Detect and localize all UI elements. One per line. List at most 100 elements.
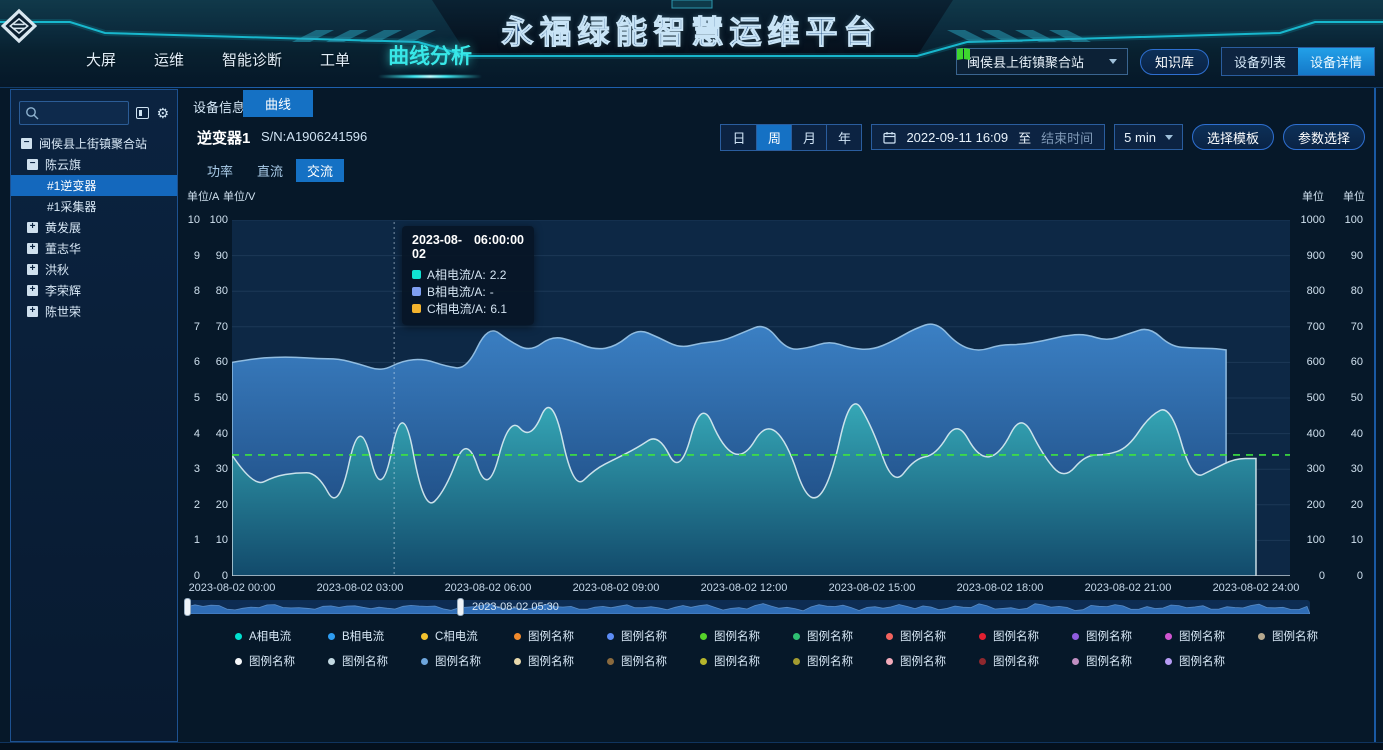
choose-params-button[interactable]: 参数选择 (1283, 124, 1365, 150)
legend-item[interactable]: A相电流 (235, 628, 328, 644)
nav-item-1[interactable]: 大屏 (86, 49, 116, 74)
tree-item-4[interactable]: #1采集器 (11, 196, 177, 217)
legend-dot (235, 658, 242, 665)
interval-value: 5 min (1124, 130, 1156, 145)
scrubber-handle-right[interactable] (457, 598, 464, 616)
legend-item[interactable]: 图例名称 (607, 628, 700, 644)
legend-item[interactable]: 图例名称 (886, 628, 979, 644)
x-axis-label: 2023-08-02 00:00 (177, 582, 287, 594)
legend-dot (1258, 633, 1265, 640)
legend-item[interactable]: 图例名称 (886, 653, 979, 669)
device-detail-button[interactable]: 设备详情 (1298, 48, 1374, 75)
legend-item[interactable]: 图例名称 (1165, 628, 1258, 644)
expand-node-icon[interactable]: + (27, 264, 38, 275)
period-周[interactable]: 周 (756, 125, 791, 150)
legend-item[interactable]: B相电流 (328, 628, 421, 644)
measure-tab-3[interactable]: 交流 (296, 159, 344, 182)
legend-item[interactable]: 图例名称 (700, 628, 793, 644)
choose-template-button[interactable]: 选择模板 (1192, 124, 1274, 150)
expand-node-icon[interactable]: + (27, 285, 38, 296)
nav-item-3[interactable]: 智能诊断 (222, 49, 282, 74)
search-box (19, 101, 129, 125)
expand-node-icon[interactable]: + (27, 306, 38, 317)
period-月[interactable]: 月 (791, 125, 826, 150)
period-日[interactable]: 日 (721, 125, 756, 150)
tree-item-9[interactable]: +陈世荣 (11, 301, 177, 322)
collapse-panel-icon[interactable] (136, 107, 149, 119)
axis-tick: 1000 (1291, 214, 1325, 226)
tooltip-date: 2023-08-02 (412, 233, 466, 261)
gear-icon[interactable]: ⚙ (156, 105, 169, 121)
legend-row-2: 图例名称图例名称图例名称图例名称图例名称图例名称图例名称图例名称图例名称图例名称… (185, 653, 1375, 669)
axis-tick: 40 (1337, 428, 1363, 440)
collapse-node-icon[interactable]: − (27, 159, 38, 170)
x-axis-label: 2023-08-02 18:00 (945, 582, 1055, 594)
expand-node-icon[interactable]: + (27, 222, 38, 233)
axis-tick: 10 (207, 534, 228, 546)
tree-item-3[interactable]: #1逆变器 (11, 175, 177, 196)
legend-item[interactable]: 图例名称 (514, 628, 607, 644)
legend-label: 图例名称 (1179, 653, 1225, 669)
axis-tick: 0 (1291, 570, 1325, 582)
legend-item[interactable]: 图例名称 (514, 653, 607, 669)
legend-item[interactable]: 图例名称 (793, 653, 886, 669)
series-color-swatch (412, 270, 421, 279)
search-input[interactable] (42, 102, 126, 124)
nav-item-5[interactable]: 曲线分析 (388, 40, 472, 74)
measure-tab-1[interactable]: 功率 (196, 159, 244, 182)
legend-item[interactable]: C相电流 (421, 628, 514, 644)
station-select[interactable]: 闽侯县上街镇聚合站 (956, 48, 1128, 75)
axis-tick: 8 (186, 285, 200, 297)
legend-item[interactable]: 图例名称 (700, 653, 793, 669)
nav-item-2[interactable]: 运维 (154, 49, 184, 74)
tree-item-label: #1逆变器 (47, 177, 96, 194)
measure-tab-2[interactable]: 直流 (246, 159, 294, 182)
legend-item[interactable]: 图例名称 (328, 653, 421, 669)
time-range-scrubber[interactable] (187, 600, 1310, 614)
chart-plot[interactable] (232, 220, 1290, 576)
tree-item-5[interactable]: + 黄发展 (11, 217, 177, 238)
nav-item-4[interactable]: 工单 (320, 49, 350, 74)
legend-item[interactable]: 图例名称 (421, 653, 514, 669)
device-list-button[interactable]: 设备列表 (1222, 48, 1298, 75)
tree-item-label: 黄发展 (45, 219, 81, 236)
tab-device-info[interactable]: 设备信息 (193, 97, 245, 116)
legend-label: C相电流 (435, 628, 478, 644)
axis-tick: 20 (1337, 499, 1363, 511)
tree-item-label: 李荣辉 (45, 282, 81, 299)
knowledge-base-button[interactable]: 知识库 (1140, 49, 1209, 75)
legend-dot (979, 658, 986, 665)
legend-item[interactable]: 图例名称 (979, 653, 1072, 669)
tree-item-2[interactable]: −陈云旗 (11, 154, 177, 175)
axis-tick: 0 (207, 570, 228, 582)
date-range-picker[interactable]: 2022-09-11 16:09 至 结束时间 (871, 124, 1105, 150)
header-banner: 永福绿能智慧运维平台 大屏运维智能诊断工单曲线分析 闽侯县上街镇聚合站 知识库 … (0, 0, 1383, 86)
expand-node-icon[interactable]: + (27, 243, 38, 254)
legend-item[interactable]: 图例名称 (793, 628, 886, 644)
legend-dot (514, 658, 521, 665)
legend-item[interactable]: 图例名称 (607, 653, 700, 669)
tab-curve[interactable]: 曲线 (243, 90, 313, 117)
book-icon (956, 47, 971, 60)
legend-label: 图例名称 (528, 653, 574, 669)
tree-item-8[interactable]: + 李荣辉 (11, 280, 177, 301)
axis-tick: 0 (1337, 570, 1363, 582)
legend-item[interactable]: 图例名称 (1258, 628, 1351, 644)
tree-item-1[interactable]: −闽侯县上街镇聚合站 (11, 133, 177, 154)
tree-item-6[interactable]: +董志华 (11, 238, 177, 259)
legend-item[interactable]: 图例名称 (979, 628, 1072, 644)
legend-item[interactable]: 图例名称 (1072, 653, 1165, 669)
tooltip-series-label: B相电流/A: (427, 283, 486, 300)
legend-label: 图例名称 (342, 653, 388, 669)
tree-item-7[interactable]: +洪秋 (11, 259, 177, 280)
legend-item[interactable]: 图例名称 (235, 653, 328, 669)
tree-item-label: 陈云旗 (45, 156, 81, 173)
scrubber-handle-left[interactable] (184, 598, 191, 616)
tooltip-series-value: 6.1 (490, 302, 507, 316)
collapse-node-icon[interactable]: − (21, 138, 32, 149)
axis-tick: 900 (1291, 250, 1325, 262)
legend-item[interactable]: 图例名称 (1165, 653, 1258, 669)
legend-item[interactable]: 图例名称 (1072, 628, 1165, 644)
period-年[interactable]: 年 (826, 125, 861, 150)
interval-select[interactable]: 5 min (1114, 124, 1183, 150)
